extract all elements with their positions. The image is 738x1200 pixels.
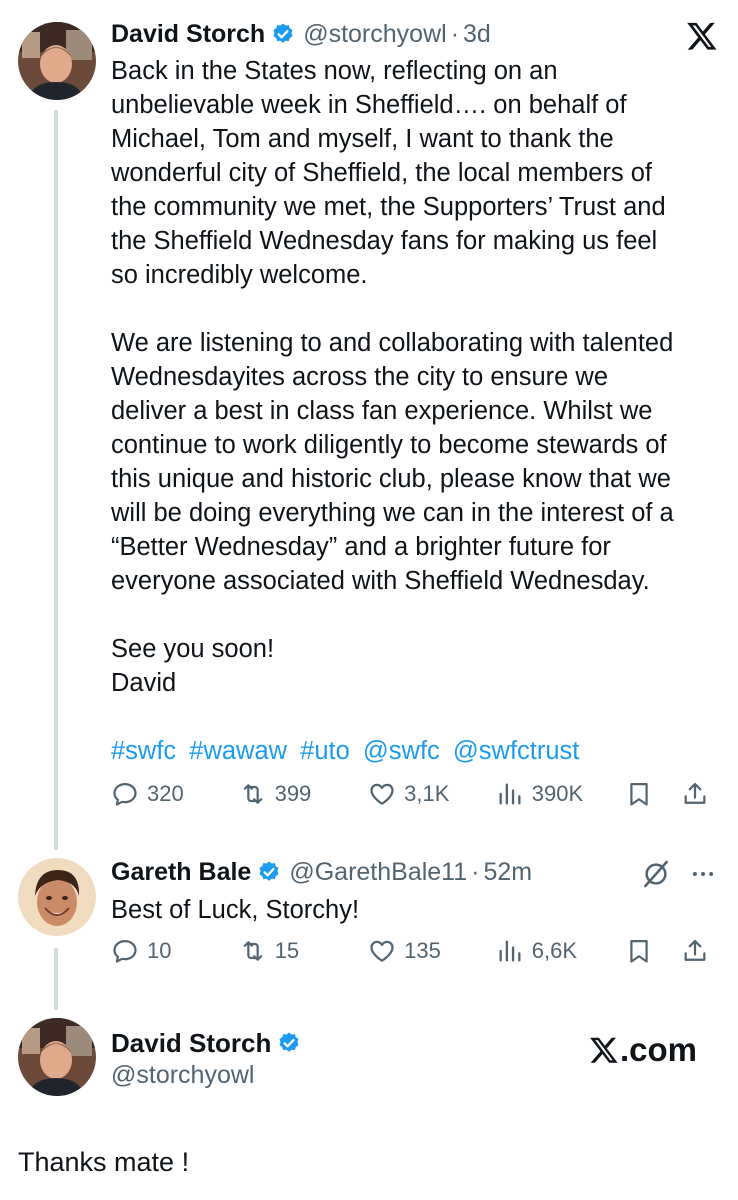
like-button[interactable]: 135 [368,937,496,965]
author-name[interactable]: Gareth Bale [111,857,251,887]
author-name[interactable]: David Storch [111,19,265,49]
avatar[interactable] [18,22,96,100]
views-button[interactable]: 6,6K [496,937,626,965]
reply-count: 320 [147,781,184,806]
bookmark-button[interactable] [625,780,681,808]
tweet-paragraph: We are listening to and collaborating wi… [111,329,674,595]
response-text: Thanks mate ! [18,1147,190,1177]
reply-text: Best of Luck, Storchy! [111,896,360,924]
more-icon[interactable] [688,860,718,888]
separator-dot: · [471,858,480,886]
reply-actions: 10 15 135 6,6K [111,937,721,965]
share-icon [684,939,706,961]
x-logo-icon [687,22,717,50]
thread-line [54,110,58,850]
author-handle[interactable]: @storchyowl [111,1060,254,1090]
views-button[interactable]: 390K [496,780,626,808]
author-name-row: David Storch [111,1027,309,1059]
hashtags: #swfc #wawaw #uto @swfc @swfctrust [111,734,726,768]
hashtag-link[interactable]: #swfc [111,737,176,765]
screenshot-page: David Storch @storchyowl · 3d Back in th… [0,0,738,1200]
grok-icon[interactable] [640,858,672,890]
like-count: 3,1K [404,781,450,806]
reply-icon [113,939,137,963]
bookmark-icon [630,782,649,806]
tweet-header: David Storch @storchyowl · 3d [111,19,491,49]
views-icon [499,940,521,962]
verified-badge-icon [259,861,279,881]
reply-count: 10 [147,938,172,963]
views-count: 6,6K [531,938,577,963]
bookmark-button[interactable] [625,937,681,965]
avatar[interactable] [18,1018,96,1096]
tweet-paragraph: Back in the States now, reflecting on an… [111,57,666,289]
repost-icon [243,941,262,961]
tweet-actions: 320 399 3,1K 390K [111,780,721,808]
share-button[interactable] [681,937,721,965]
author-handle[interactable]: @storchyowl [303,19,446,49]
repost-count: 399 [274,781,312,806]
separator-dot: · [450,20,460,48]
mention-link[interactable]: @swfc [363,737,440,765]
x-com-watermark: .com [589,1030,697,1070]
views-count: 390K [531,781,584,806]
author-name[interactable]: David Storch [111,1027,271,1059]
repost-count: 15 [274,938,300,963]
hashtag-link[interactable]: #uto [300,737,350,765]
verified-badge-icon [273,23,293,43]
hashtag-link[interactable]: #wawaw [189,737,287,765]
reply-header: Gareth Bale @GarethBale11 · 52m [111,857,532,887]
repost-icon [243,784,262,804]
like-icon [370,783,394,805]
share-icon [684,782,706,804]
timestamp[interactable]: 52m [483,857,532,887]
reply-button[interactable]: 10 [111,937,239,965]
repost-button[interactable]: 15 [239,937,369,965]
author-handle[interactable]: @GarethBale11 [289,857,467,887]
views-icon [499,783,521,805]
repost-button[interactable]: 399 [239,780,369,808]
like-button[interactable]: 3,1K [368,780,496,808]
watermark-text: .com [620,1031,698,1068]
reply-button[interactable]: 320 [111,780,239,808]
verified-badge-icon [279,1032,299,1052]
bookmark-icon [630,939,649,963]
tweet-text: Back in the States now, reflecting on an… [111,54,726,768]
tweet-paragraph: See you soon! David [111,635,275,697]
share-button[interactable] [681,780,721,808]
mention-link[interactable]: @swfctrust [453,737,579,765]
thread-line [54,948,58,1010]
x-logo-icon [590,1037,618,1063]
reply-icon [113,782,137,806]
like-count: 135 [404,938,441,963]
avatar[interactable] [18,858,96,936]
timestamp[interactable]: 3d [463,19,491,49]
like-icon [370,940,394,962]
